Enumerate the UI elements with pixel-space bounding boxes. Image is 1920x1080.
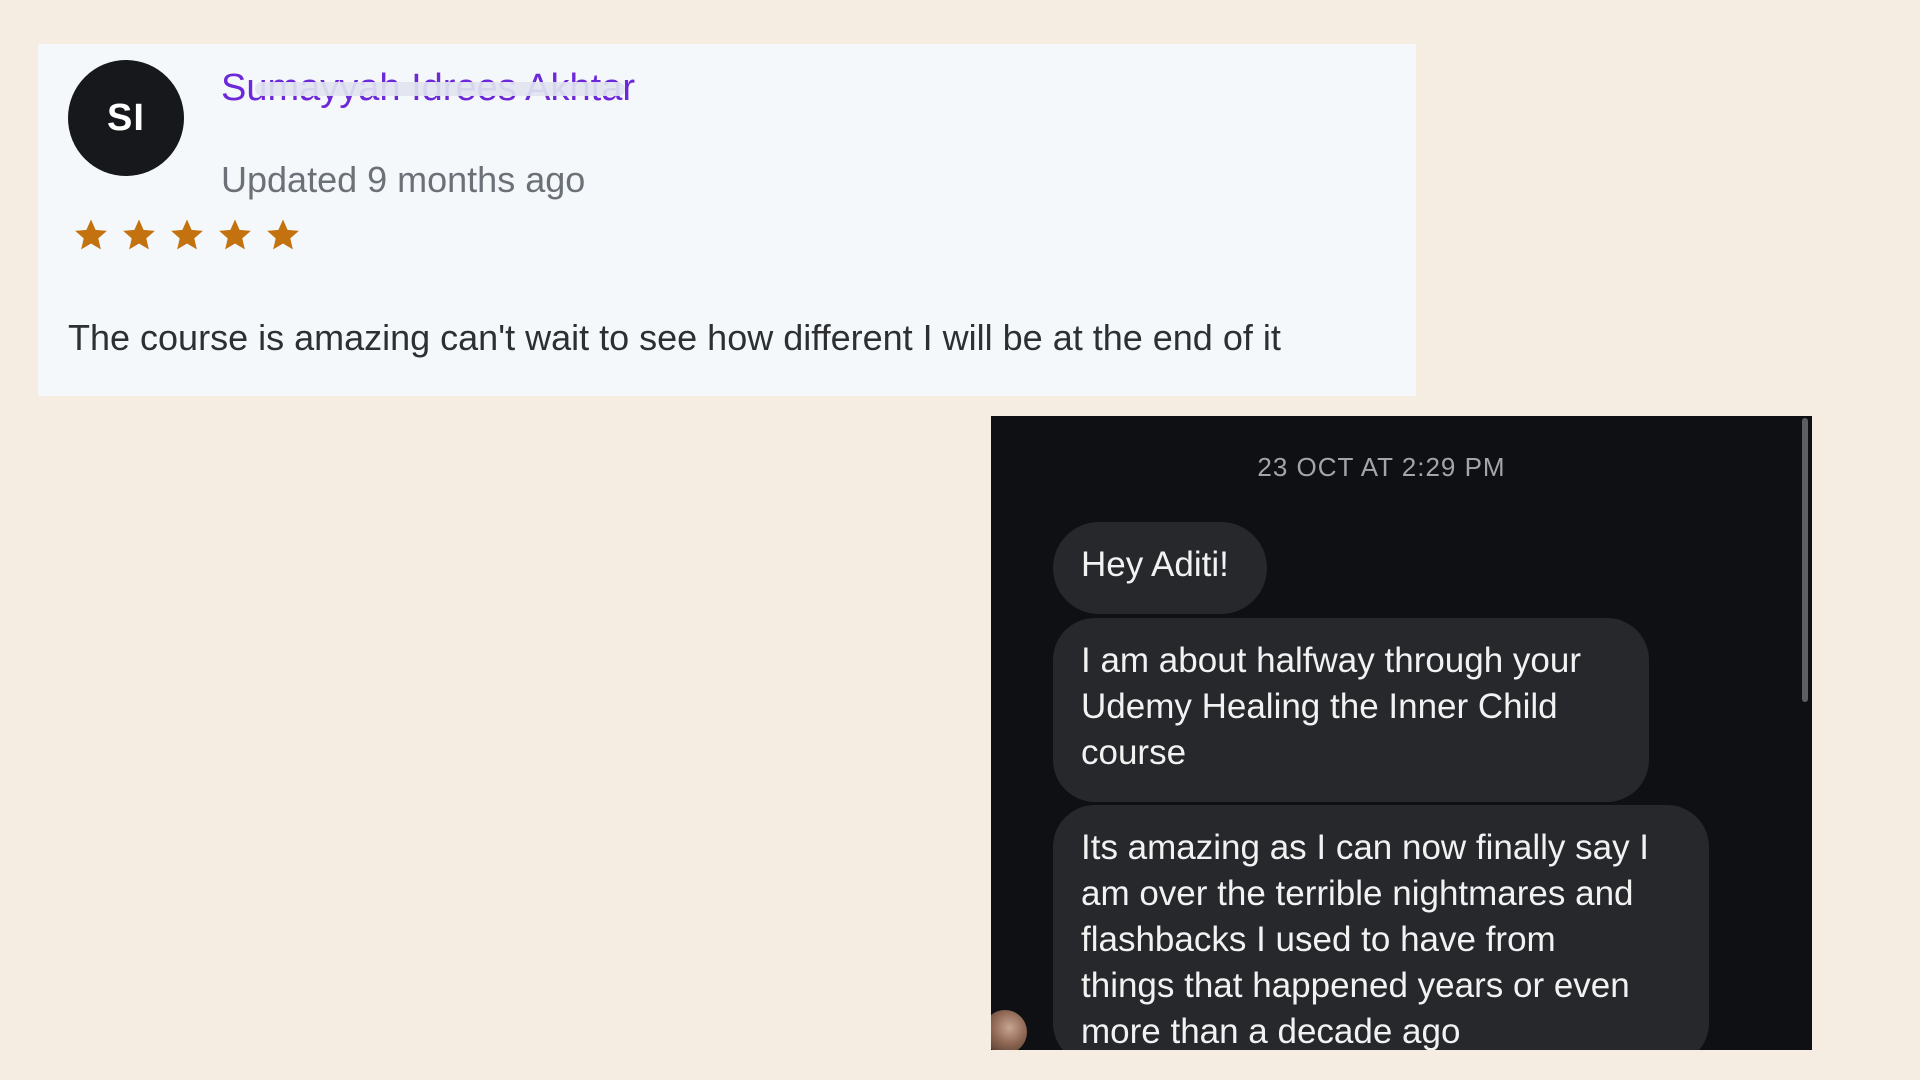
review-updated-time: Updated 9 months ago <box>221 159 586 200</box>
chat-timestamp: 23 OCT AT 2:29 PM <box>1257 452 1506 482</box>
review-card: SI Sumayyah Idrees Akhtar Updated 9 mont… <box>38 44 1416 396</box>
star-icon <box>219 219 251 250</box>
star-icon <box>171 219 203 250</box>
star-icon <box>75 219 107 250</box>
star-icon <box>267 219 299 250</box>
star-rating <box>72 216 302 254</box>
avatar: SI <box>68 60 184 176</box>
star-icon <box>123 219 155 250</box>
avatar-initials: SI <box>107 96 145 139</box>
message-bubble[interactable]: Hey Aditi! <box>1053 522 1267 614</box>
profile-photo-icon[interactable] <box>991 1010 1027 1050</box>
message-bubble[interactable]: I am about halfway through your Udemy He… <box>1053 618 1649 802</box>
review-text: The course is amazing can't wait to see … <box>68 317 1281 358</box>
chat-panel: 23 OCT AT 2:29 PM Hey Aditi! I am about … <box>991 416 1812 1050</box>
reviewer-name-container[interactable]: Sumayyah Idrees Akhtar <box>221 64 641 112</box>
name-redaction-mark <box>255 82 625 96</box>
message-bubble[interactable]: Its amazing as I can now finally say I a… <box>1053 805 1709 1050</box>
scrollbar[interactable] <box>1802 418 1808 702</box>
